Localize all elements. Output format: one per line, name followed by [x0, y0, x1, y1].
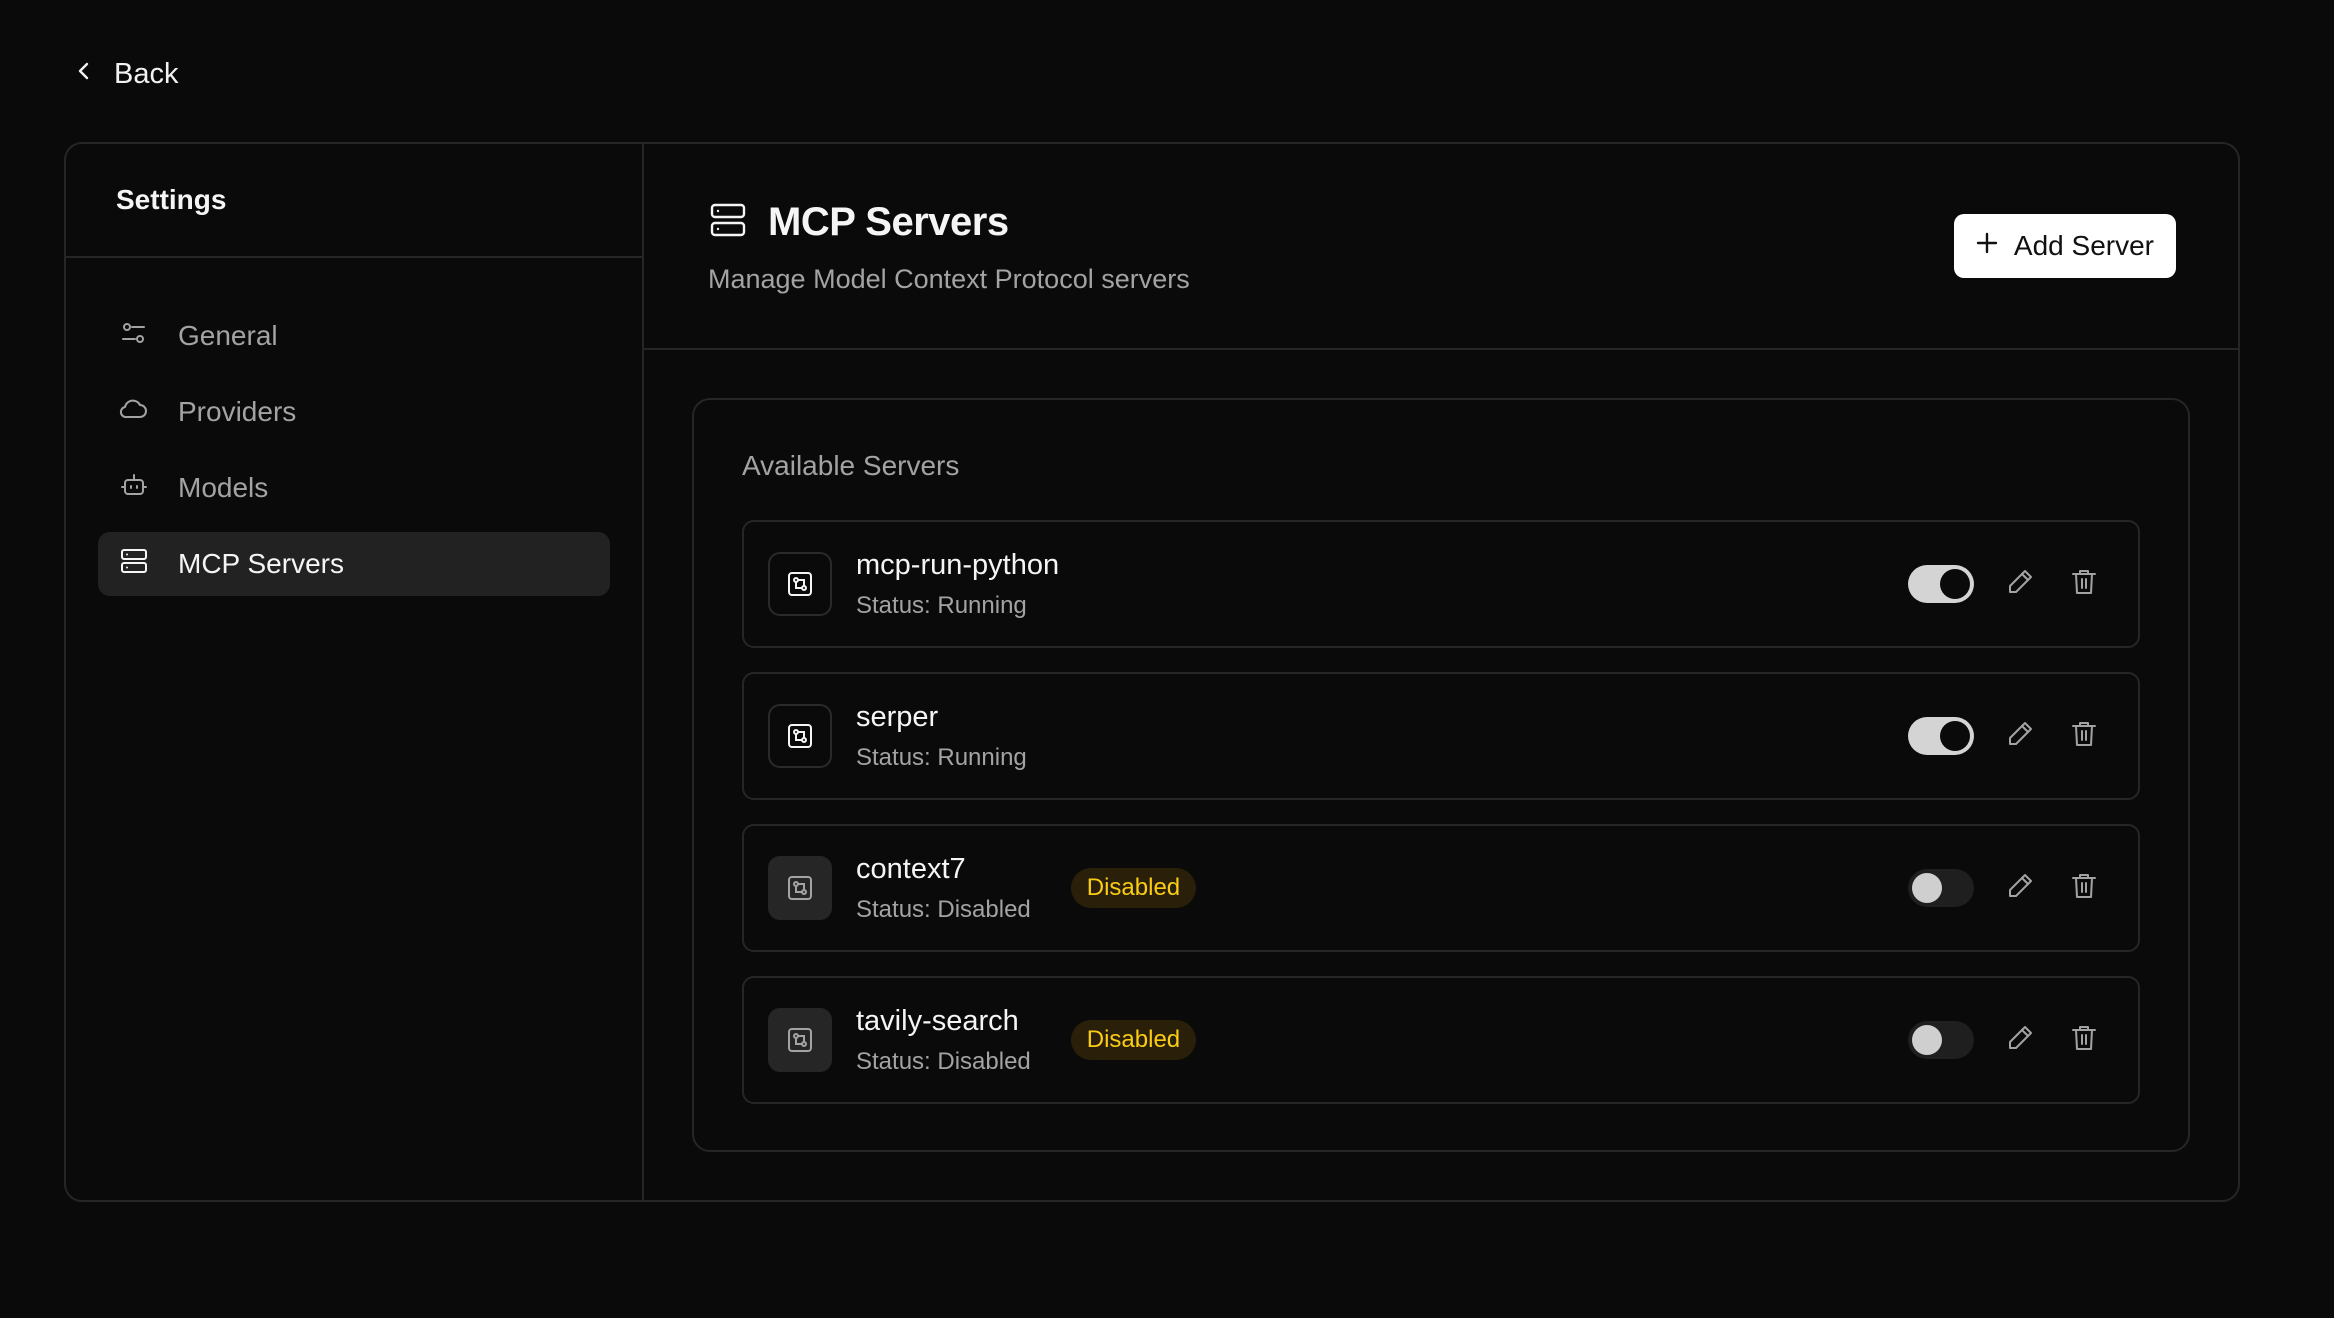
pencil-icon — [2004, 1022, 2036, 1059]
delete-button[interactable] — [2066, 566, 2102, 602]
server-actions — [1908, 717, 2102, 755]
sliders-icon — [118, 317, 150, 356]
delete-button[interactable] — [2066, 718, 2102, 754]
server-row: tavily-search Status: Disabled Disabled — [742, 976, 2140, 1104]
server-actions — [1908, 565, 2102, 603]
toggle-knob — [1940, 721, 1970, 751]
page-title: MCP Servers — [768, 200, 1009, 244]
server-list: mcp-run-python Status: Running serper St… — [742, 520, 2140, 1104]
sidebar-item-providers[interactable]: Providers — [98, 380, 610, 444]
server-name: serper — [856, 700, 939, 733]
edit-button[interactable] — [2002, 566, 2038, 602]
add-server-button[interactable]: Add Server — [1953, 214, 2176, 278]
server-row: serper Status: Running — [742, 672, 2140, 800]
server-row: context7 Status: Disabled Disabled — [742, 824, 2140, 952]
server-actions — [1908, 869, 2102, 907]
status-badge: Disabled — [1070, 868, 1197, 908]
status-badge: Disabled — [1070, 1020, 1197, 1060]
back-label: Back — [114, 58, 179, 90]
server-plug-icon — [768, 1008, 832, 1072]
server-info: tavily-search Status: Disabled — [856, 1005, 1031, 1076]
plus-icon — [1974, 230, 2000, 263]
sidebar-item-label: Models — [178, 472, 269, 503]
server-plug-icon — [768, 552, 832, 616]
edit-button[interactable] — [2002, 718, 2038, 754]
server-icon — [708, 200, 748, 245]
server-name: context7 — [856, 852, 966, 885]
server-icon — [118, 545, 150, 584]
available-servers-panel: Available Servers mcp-run-python Status:… — [692, 398, 2190, 1152]
pencil-icon — [2004, 718, 2036, 755]
server-enable-toggle[interactable] — [1908, 565, 1974, 603]
server-status: Status: Disabled — [856, 1047, 1031, 1075]
toggle-knob — [1912, 1025, 1942, 1055]
sidebar-item-general[interactable]: General — [98, 304, 610, 368]
sidebar-item-mcp-servers[interactable]: MCP Servers — [98, 532, 610, 596]
server-enable-toggle[interactable] — [1908, 1021, 1974, 1059]
sidebar-item-label: Providers — [178, 396, 297, 427]
settings-window: Settings General Providers Models MCP Se… — [64, 142, 2240, 1202]
trash-icon — [2068, 566, 2100, 603]
server-enable-toggle[interactable] — [1908, 717, 1974, 755]
delete-button[interactable] — [2066, 870, 2102, 906]
server-status: Status: Running — [856, 743, 1027, 771]
sidebar-title: Settings — [66, 144, 642, 258]
sidebar-nav: General Providers Models MCP Servers — [66, 258, 642, 596]
pencil-icon — [2004, 870, 2036, 907]
server-info: serper Status: Running — [856, 701, 1027, 772]
server-status: Status: Disabled — [856, 895, 1031, 923]
panel-title: Available Servers — [742, 450, 960, 481]
server-enable-toggle[interactable] — [1908, 869, 1974, 907]
server-name: tavily-search — [856, 1004, 1019, 1037]
server-plug-icon — [768, 704, 832, 768]
toggle-knob — [1940, 569, 1970, 599]
back-button[interactable]: Back — [72, 58, 178, 91]
trash-icon — [2068, 718, 2100, 755]
sidebar-item-models[interactable]: Models — [98, 456, 610, 520]
server-actions — [1908, 1021, 2102, 1059]
bot-icon — [118, 469, 150, 508]
chevron-left-icon — [72, 58, 96, 91]
server-info: context7 Status: Disabled — [856, 853, 1031, 924]
page-header: MCP Servers Manage Model Context Protoco… — [644, 144, 2238, 350]
trash-icon — [2068, 1022, 2100, 1059]
cloud-icon — [118, 393, 150, 432]
server-name: mcp-run-python — [856, 548, 1060, 581]
server-status: Status: Running — [856, 591, 1027, 619]
edit-button[interactable] — [2002, 870, 2038, 906]
server-info: mcp-run-python Status: Running — [856, 549, 1059, 620]
trash-icon — [2068, 870, 2100, 907]
sidebar-item-label: MCP Servers — [178, 548, 344, 579]
main-content: MCP Servers Manage Model Context Protoco… — [644, 144, 2238, 1200]
add-server-label: Add Server — [2013, 230, 2154, 261]
sidebar-item-label: General — [178, 320, 278, 351]
toggle-knob — [1912, 873, 1942, 903]
sidebar: Settings General Providers Models MCP Se… — [66, 144, 644, 1200]
server-row: mcp-run-python Status: Running — [742, 520, 2140, 648]
server-plug-icon — [768, 856, 832, 920]
title-row: MCP Servers — [708, 200, 1009, 245]
pencil-icon — [2004, 566, 2036, 603]
edit-button[interactable] — [2002, 1022, 2038, 1058]
page-subtitle: Manage Model Context Protocol servers — [708, 264, 1190, 294]
delete-button[interactable] — [2066, 1022, 2102, 1058]
